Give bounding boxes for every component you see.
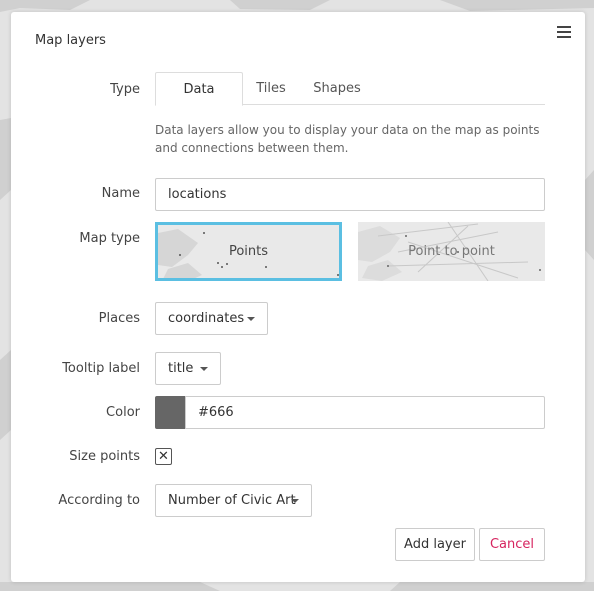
according-to-dropdown-value: Number of Civic Art bbox=[168, 493, 296, 508]
type-label: Type bbox=[110, 82, 140, 97]
layer-type-tabs: Data Tiles Shapes bbox=[155, 72, 545, 106]
map-type-label: Map type bbox=[79, 231, 140, 246]
tooltip-label-dropdown[interactable]: title bbox=[155, 352, 221, 385]
help-text: Data layers allow you to display your da… bbox=[155, 123, 540, 155]
places-dropdown[interactable]: coordinates bbox=[155, 302, 268, 335]
cancel-button[interactable]: Cancel bbox=[479, 528, 545, 561]
map-layers-panel: Map layers Type Data Tiles Shapes Data l… bbox=[11, 12, 585, 582]
tooltip-label-dropdown-value: title bbox=[168, 361, 194, 376]
chevron-down-icon bbox=[291, 499, 299, 503]
map-type-points[interactable]: Points bbox=[155, 222, 342, 281]
add-layer-button[interactable]: Add layer bbox=[395, 528, 475, 561]
tooltip-label-label: Tooltip label bbox=[62, 361, 140, 376]
name-label: Name bbox=[101, 186, 140, 201]
map-type-point-to-point[interactable]: Point to point bbox=[358, 222, 545, 281]
tab-shapes[interactable]: Shapes bbox=[299, 72, 375, 105]
places-dropdown-value: coordinates bbox=[168, 311, 245, 326]
tab-data[interactable]: Data bbox=[155, 72, 243, 106]
panel-title: Map layers bbox=[35, 33, 106, 48]
places-label: Places bbox=[98, 311, 140, 326]
hamburger-menu-icon[interactable] bbox=[557, 26, 571, 38]
according-to-label: According to bbox=[58, 493, 140, 508]
tab-tiles[interactable]: Tiles bbox=[243, 72, 299, 105]
color-swatch[interactable] bbox=[155, 396, 185, 429]
according-to-dropdown[interactable]: Number of Civic Art bbox=[155, 484, 312, 517]
name-input[interactable]: locations bbox=[155, 178, 545, 211]
chevron-down-icon bbox=[200, 367, 208, 371]
color-label: Color bbox=[106, 405, 140, 420]
size-points-checkbox[interactable]: ✕ bbox=[155, 448, 172, 465]
map-type-point-to-point-label: Point to point bbox=[408, 244, 495, 259]
map-type-points-label: Points bbox=[228, 244, 269, 259]
color-input[interactable]: #666 bbox=[185, 396, 545, 429]
chevron-down-icon bbox=[247, 317, 255, 321]
size-points-label: Size points bbox=[69, 449, 140, 464]
